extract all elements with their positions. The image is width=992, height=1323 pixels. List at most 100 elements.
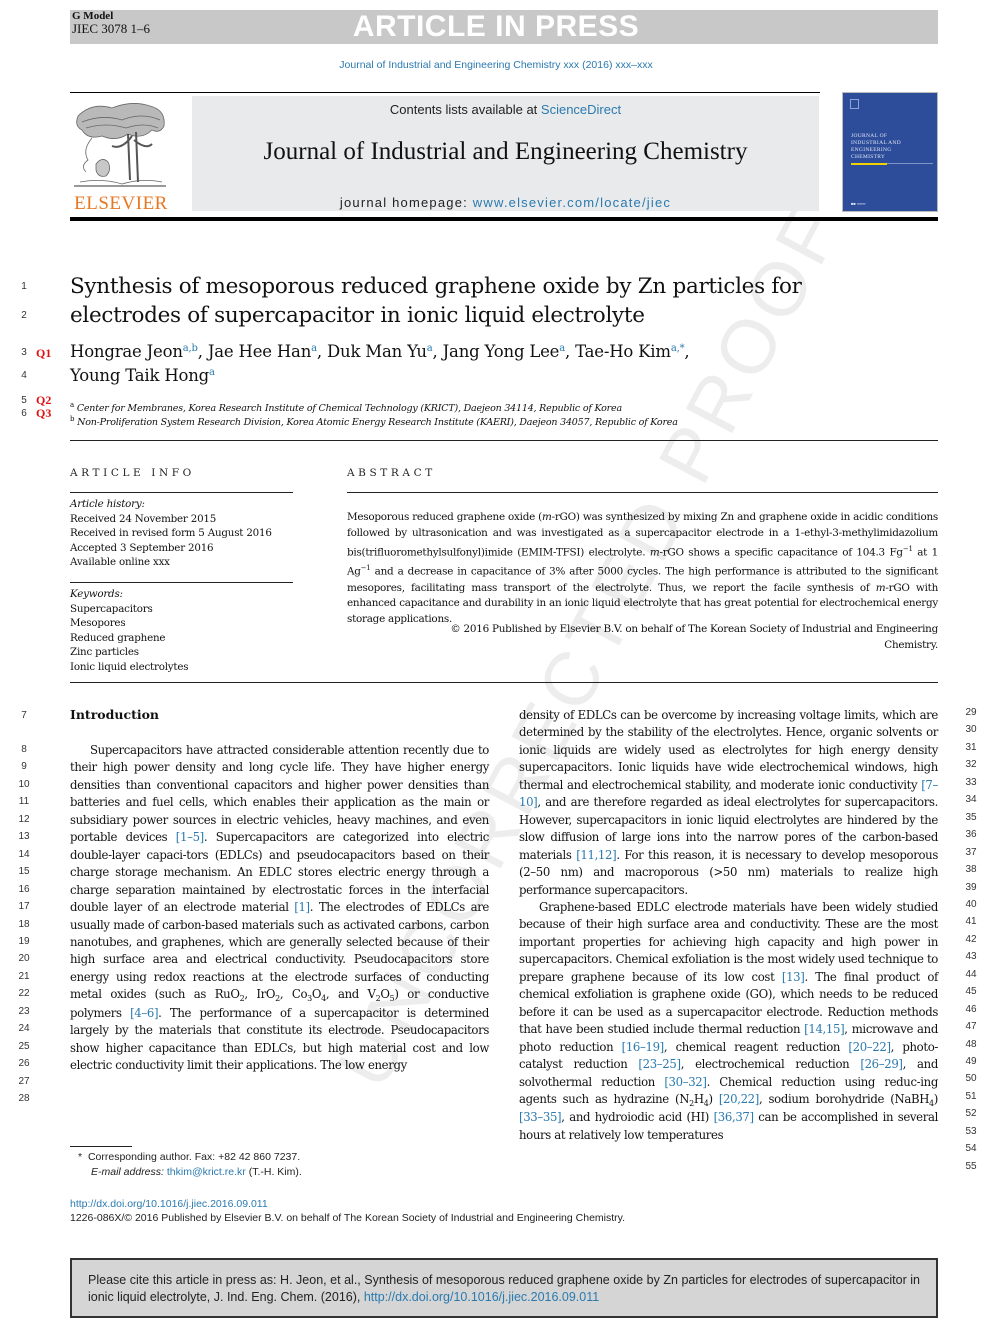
- doi-link[interactable]: http://dx.doi.org/10.1016/j.jiec.2016.09…: [70, 1198, 268, 1210]
- line-number: 12: [18, 813, 30, 825]
- citation-link[interactable]: [33–35]: [519, 1110, 562, 1124]
- corresponding-author-footnote: * Corresponding author. Fax: +82 42 860 …: [78, 1151, 301, 1163]
- line-number: 33: [965, 776, 977, 788]
- line-number: 5: [21, 395, 27, 406]
- keyword[interactable]: Ionic liquid electrolytes: [70, 660, 300, 675]
- line-number: 8: [21, 744, 27, 755]
- abstract-rule: [347, 492, 938, 493]
- line-number: 35: [965, 811, 977, 823]
- masthead-top-rule: [70, 92, 820, 93]
- line-number: 41: [965, 916, 977, 928]
- history-item: Available online xxx: [70, 556, 170, 569]
- line-number: 9: [21, 761, 27, 773]
- keywords: Keywords: Supercapacitors Mesopores Redu…: [70, 587, 300, 675]
- journal-homepage: journal homepage: www.elsevier.com/locat…: [192, 195, 819, 210]
- affiliation-mark[interactable]: a: [559, 343, 565, 354]
- keywords-rule: [70, 582, 293, 583]
- email-link[interactable]: thkim@krict.re.kr: [167, 1166, 246, 1178]
- affiliation-mark[interactable]: a,b: [183, 343, 198, 354]
- intro-left-column: Supercapacitors have attracted considera…: [70, 743, 490, 1073]
- line-number: 29: [965, 707, 977, 718]
- affiliation-mark[interactable]: a: [209, 367, 215, 378]
- citation-doi-link[interactable]: http://dx.doi.org/10.1016/j.jiec.2016.09…: [364, 1290, 599, 1304]
- line-number: 32: [965, 759, 977, 771]
- citation-link[interactable]: [20,22]: [719, 1092, 759, 1106]
- line-number: 55: [965, 1160, 977, 1172]
- query-mark[interactable]: Q1: [36, 346, 51, 361]
- citation-link[interactable]: [14,15]: [804, 1022, 844, 1036]
- line-number: 46: [965, 1003, 977, 1015]
- line-number: 54: [965, 1143, 977, 1155]
- keyword[interactable]: Zinc particles: [70, 645, 300, 660]
- query-mark[interactable]: Q3: [36, 406, 51, 421]
- affiliation-mark[interactable]: a,*: [671, 343, 685, 354]
- line-number: 43: [965, 951, 977, 963]
- citation-link[interactable]: [16–19]: [622, 1040, 665, 1054]
- line-number: 27: [18, 1075, 30, 1087]
- line-number: 40: [965, 898, 977, 910]
- author-name[interactable]: Duk Man Yu: [327, 342, 427, 361]
- article-info-rule: [70, 492, 293, 493]
- citation-link[interactable]: [36,37]: [714, 1110, 754, 1124]
- citation-link[interactable]: [4–6]: [130, 1006, 158, 1020]
- masthead-bottom-rule: [70, 217, 938, 221]
- issn-copyright: 1226-086X/© 2016 Published by Elsevier B…: [70, 1212, 626, 1224]
- article-in-press-banner: ARTICLE IN PRESS: [352, 10, 640, 43]
- elsevier-logo[interactable]: ELSEVIER: [70, 193, 172, 215]
- author-name[interactable]: Jang Yong Lee: [443, 342, 560, 361]
- line-number: 18: [18, 918, 30, 930]
- history-item: Received in revised form 5 August 2016: [70, 527, 272, 540]
- line-number: 31: [965, 741, 977, 753]
- article-title: Synthesis of mesoporous reduced graphene…: [70, 274, 802, 328]
- author-name[interactable]: Jae Hee Han: [208, 342, 311, 361]
- author-name[interactable]: Hongrae Jeon: [70, 342, 183, 361]
- affiliation-mark[interactable]: a: [311, 343, 317, 354]
- citation-link[interactable]: [23–25]: [638, 1057, 681, 1071]
- line-number: 20: [18, 953, 30, 965]
- history-item: Received 24 November 2015: [70, 512, 217, 525]
- contents-line: Contents lists available at ScienceDirec…: [192, 102, 819, 117]
- keyword[interactable]: Supercapacitors: [70, 602, 300, 617]
- journal-cover-thumbnail[interactable]: JOURNAL OF INDUSTRIAL AND ENGINEERING CH…: [842, 92, 938, 212]
- cover-title: JOURNAL OF INDUSTRIAL AND ENGINEERING CH…: [851, 133, 901, 160]
- abstract-heading: ABSTRACT: [347, 467, 436, 479]
- citation-link[interactable]: [13]: [782, 970, 805, 984]
- intro-right-column: density of EDLCs can be overcome by incr…: [519, 708, 939, 1142]
- contents-prefix: Contents lists available at: [389, 102, 541, 117]
- line-number: 22: [18, 988, 30, 1000]
- line-number: 52: [965, 1108, 977, 1120]
- keyword[interactable]: Mesopores: [70, 616, 300, 631]
- article-info-heading: ARTICLE INFO: [70, 467, 195, 479]
- cover-rule: [887, 163, 933, 164]
- sciencedirect-link[interactable]: ScienceDirect: [541, 102, 621, 117]
- citation-link[interactable]: [20–22]: [848, 1040, 891, 1054]
- line-number: 16: [18, 883, 30, 895]
- line-number: 36: [965, 829, 977, 841]
- affiliation-mark[interactable]: a: [427, 343, 433, 354]
- email-footnote: E-mail address: thkim@krict.re.kr (T.-H.…: [91, 1166, 302, 1178]
- abstract-copyright: © 2016 Published by Elsevier B.V. on beh…: [450, 623, 938, 651]
- citation-link[interactable]: [1]: [294, 900, 310, 914]
- line-number: 30: [965, 724, 977, 736]
- line-number: 50: [965, 1073, 977, 1085]
- citation-link[interactable]: [1–5]: [176, 830, 204, 844]
- line-number: 6: [21, 408, 27, 419]
- line-number: 53: [965, 1125, 977, 1137]
- article-history: Article history: Received 24 November 20…: [70, 497, 300, 570]
- citation-link[interactable]: [30–32]: [664, 1075, 707, 1089]
- cover-society-logo-icon: ■■ ═══: [851, 201, 866, 206]
- line-number: 42: [965, 933, 977, 945]
- author-name[interactable]: Tae-Ho Kim: [575, 342, 671, 361]
- line-number: 26: [18, 1058, 30, 1070]
- line-number: 47: [965, 1021, 977, 1033]
- citation-link[interactable]: [26–29]: [860, 1057, 903, 1071]
- citation-link[interactable]: [11,12]: [576, 848, 616, 862]
- homepage-link[interactable]: www.elsevier.com/locate/jiec: [473, 195, 671, 210]
- line-number: 51: [965, 1090, 977, 1102]
- history-item: Accepted 3 September 2016: [70, 541, 214, 554]
- keyword[interactable]: Reduced graphene: [70, 631, 300, 646]
- journal-citation-line[interactable]: Journal of Industrial and Engineering Ch…: [0, 59, 992, 71]
- line-number: 45: [965, 986, 977, 998]
- line-number: 14: [18, 848, 30, 860]
- author-name[interactable]: Young Taik Hong: [70, 366, 209, 385]
